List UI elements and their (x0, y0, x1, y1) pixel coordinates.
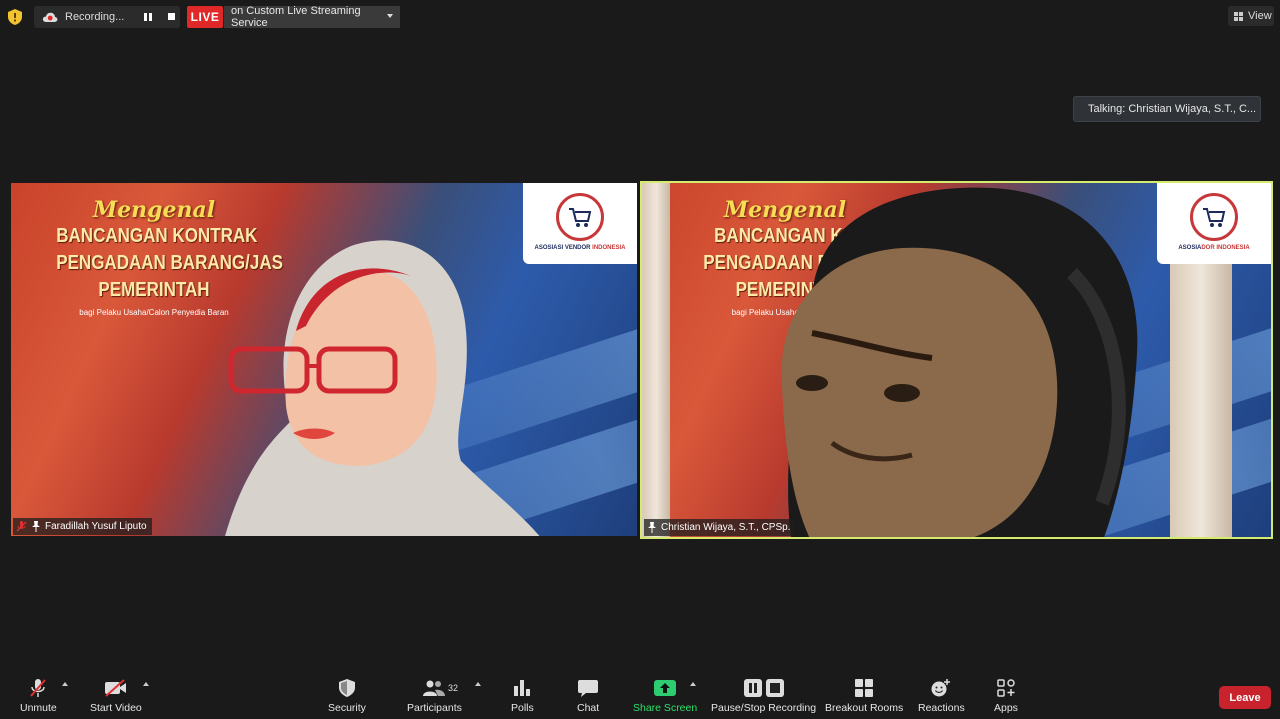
logo-card: ASOSIADOR INDONESIA (1157, 183, 1271, 264)
view-button[interactable]: View (1228, 6, 1274, 26)
live-badge: LIVE (187, 6, 223, 28)
pin-icon (32, 521, 40, 532)
stop-recording-icon[interactable] (168, 13, 175, 20)
pause-stop-recording-label: Pause/Stop Recording (711, 702, 817, 714)
participant-video-feed (781, 187, 1138, 537)
recording-indicator: Recording... (34, 6, 180, 28)
participant-name-tag: Christian Wijaya, S.T., CPSp. (644, 519, 796, 536)
logo-text: ASOSIADOR INDONESIA (1178, 245, 1250, 251)
stream-service-label: on Custom Live Streaming Service (231, 5, 361, 29)
pause-stop-icon (743, 679, 784, 697)
audio-options-chevron-icon[interactable] (62, 682, 68, 686)
participant-video-feed (225, 240, 540, 536)
leave-button[interactable]: Leave (1219, 686, 1271, 709)
slide-line-1: Mengenal (92, 197, 216, 223)
polls-button[interactable]: Polls (511, 678, 534, 714)
grid-view-icon (1234, 11, 1243, 21)
apps-button[interactable]: Apps (994, 678, 1018, 714)
breakout-rooms-icon (855, 679, 874, 697)
cart-logo-icon (1190, 193, 1238, 241)
chat-bubble-icon (578, 680, 599, 697)
pin-icon (648, 522, 656, 533)
participants-icon (423, 680, 446, 696)
recording-label: Recording... (65, 11, 125, 23)
start-video-button[interactable]: Start Video (90, 678, 142, 714)
room-pillar (642, 183, 670, 537)
cloud-recording-icon (42, 12, 58, 22)
shield-icon (338, 679, 355, 697)
microphone-muted-icon (30, 679, 47, 697)
unmute-button[interactable]: Unmute (20, 678, 57, 714)
security-button[interactable]: Security (328, 678, 366, 714)
start-video-label: Start Video (90, 702, 142, 714)
live-stream-service-dropdown[interactable]: on Custom Live Streaming Service (224, 5, 400, 29)
security-label: Security (328, 702, 366, 714)
participant-name: Faradillah Yusuf Liputo (45, 521, 147, 532)
talking-indicator: Talking: Christian Wijaya, S.T., C... (1073, 96, 1261, 122)
polls-icon (514, 680, 531, 696)
security-shield-icon[interactable] (8, 9, 22, 25)
pause-stop-recording-button[interactable]: Pause/Stop Recording (711, 678, 816, 714)
share-screen-label: Share Screen (633, 702, 698, 714)
reactions-label: Reactions (918, 702, 965, 714)
video-tile-christian[interactable]: ASOSIADOR INDONESIA Mengenal BANCANGAN K… (640, 181, 1273, 539)
cart-logo-icon (556, 193, 604, 241)
view-label: View (1248, 10, 1272, 22)
pause-recording-icon[interactable] (144, 13, 152, 21)
participants-count: 32 (448, 683, 459, 693)
breakout-rooms-button[interactable]: Breakout Rooms (825, 678, 903, 714)
breakout-rooms-label: Breakout Rooms (825, 702, 904, 714)
polls-label: Polls (511, 702, 534, 714)
apps-label: Apps (994, 702, 1018, 714)
chat-label: Chat (577, 702, 600, 714)
share-screen-icon (654, 680, 677, 696)
participants-label: Participants (407, 702, 462, 714)
video-camera-off-icon (104, 679, 126, 697)
top-bar: Recording... LIVE on Custom Live Streami… (0, 0, 1280, 34)
participant-name: Christian Wijaya, S.T., CPSp. (661, 522, 791, 533)
video-options-chevron-icon[interactable] (143, 682, 149, 686)
apps-icon (997, 679, 1015, 697)
participants-chevron-icon[interactable] (475, 682, 481, 686)
unmute-label: Unmute (20, 702, 57, 714)
smiley-plus-icon (931, 679, 951, 697)
video-tile-faradillah[interactable]: ASOSIASI VENDOR INDONESIA Mengenal BANCA… (11, 183, 637, 536)
chevron-down-icon (387, 14, 393, 18)
share-options-chevron-icon[interactable] (690, 682, 696, 686)
share-screen-button[interactable]: Share Screen (633, 678, 697, 714)
meeting-toolbar: Unmute Start Video Security Participants… (0, 672, 1280, 719)
microphone-muted-icon (16, 521, 27, 532)
chat-button[interactable]: Chat (577, 678, 599, 714)
reactions-button[interactable]: Reactions (918, 678, 965, 714)
participant-name-tag: Faradillah Yusuf Liputo (13, 518, 152, 535)
